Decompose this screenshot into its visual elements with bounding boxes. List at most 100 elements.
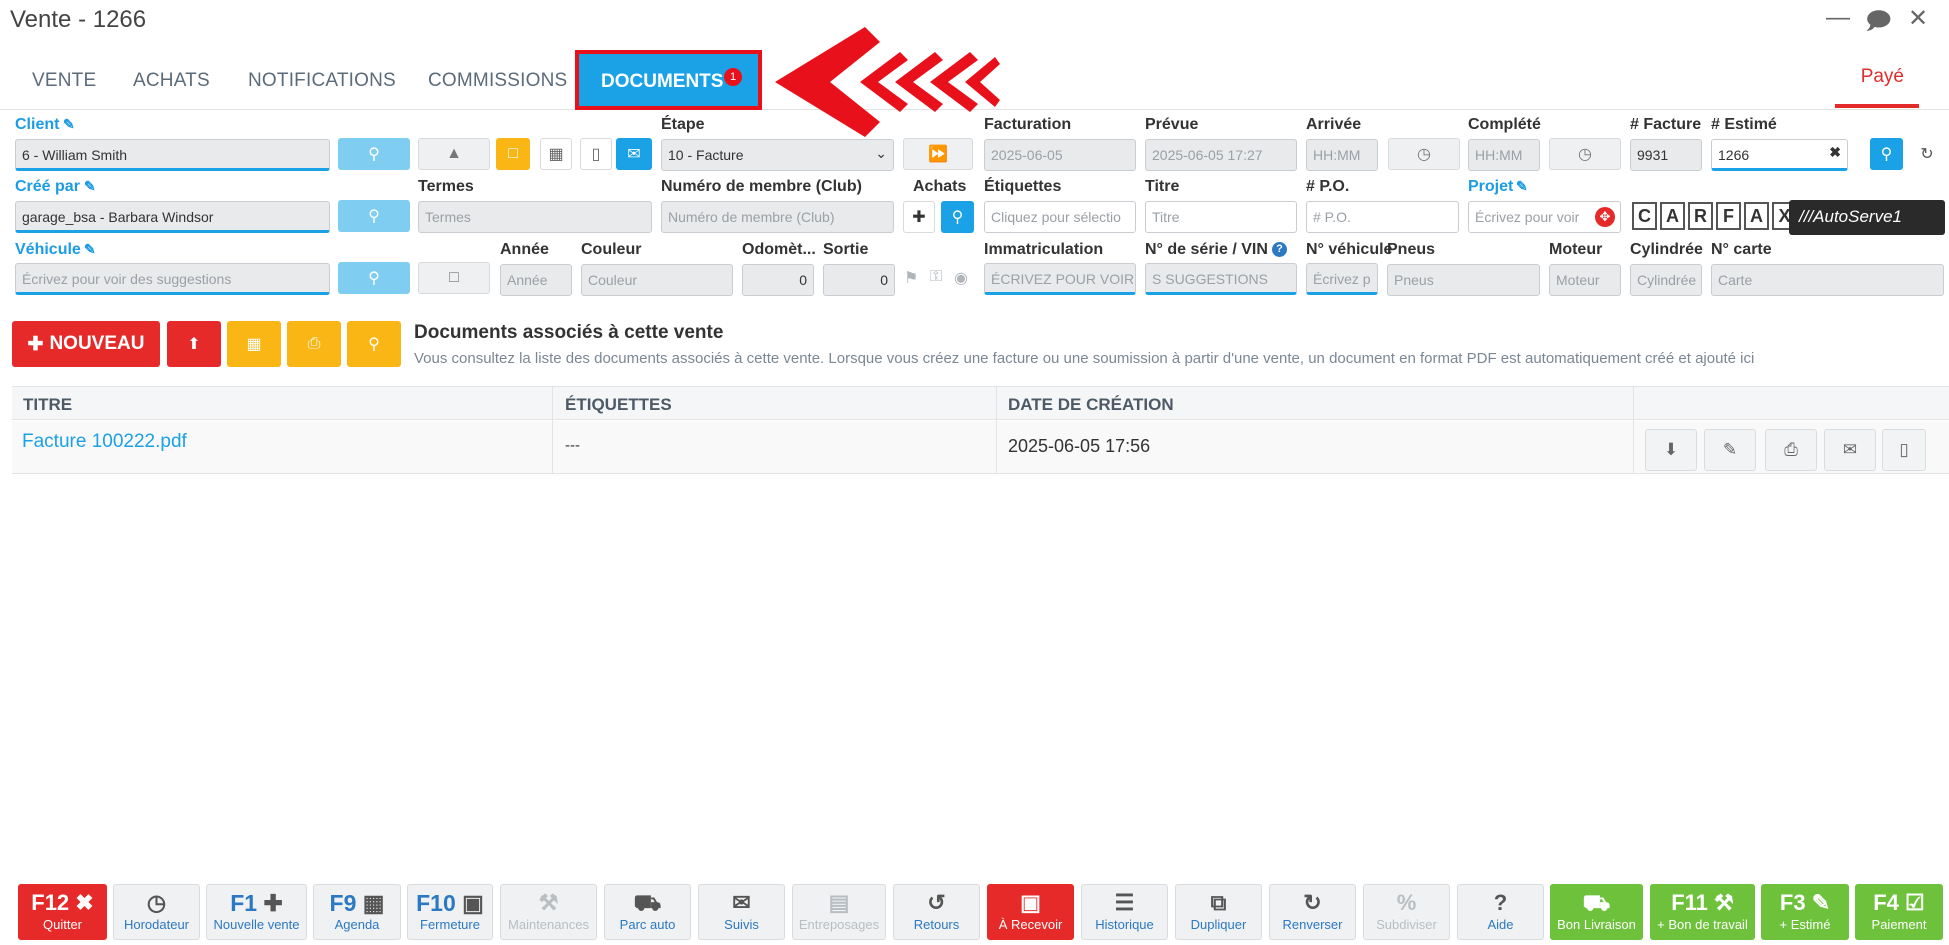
facturation-field[interactable]: 2025-06-05 bbox=[984, 139, 1136, 171]
upload-button[interactable]: ⬆ bbox=[167, 321, 221, 367]
achat-search-button[interactable]: ⚲ bbox=[941, 201, 974, 233]
no-vehicule-field[interactable]: Écrivez p bbox=[1306, 263, 1378, 295]
sms-doc-button[interactable]: ▯ bbox=[1882, 429, 1926, 471]
column-date[interactable]: DATE DE CRÉATION bbox=[1008, 395, 1174, 415]
projet-edit-icon[interactable]: ✎ bbox=[1516, 178, 1528, 195]
vehicule-field[interactable]: Écrivez pour voir des suggestions bbox=[15, 263, 330, 295]
next-step-button[interactable]: ⏩ bbox=[903, 138, 973, 170]
email-button[interactable]: ✉ bbox=[616, 138, 652, 170]
chat-icon[interactable]: 🗩 bbox=[1865, 4, 1892, 45]
eye-icon[interactable]: ◉ bbox=[954, 268, 968, 288]
membre-field[interactable]: Numéro de membre (Club) bbox=[661, 201, 894, 233]
a-recevoir-button[interactable]: ▣ À Recevoir bbox=[987, 884, 1074, 940]
email-doc-button[interactable]: ✉ bbox=[1824, 429, 1876, 471]
client-edit-icon[interactable]: ✎ bbox=[63, 116, 75, 133]
cree-par-field[interactable]: garage_bsa - Barbara Windsor bbox=[15, 201, 330, 233]
odometre-field[interactable]: 0 bbox=[742, 264, 814, 296]
cylindree-field[interactable]: Cylindrée bbox=[1630, 264, 1702, 296]
horodateur-button[interactable]: ◷ Horodateur bbox=[113, 884, 200, 940]
new-document-button[interactable]: ✚ NOUVEAU bbox=[12, 321, 160, 367]
facture-field[interactable]: 9931 bbox=[1630, 139, 1702, 171]
entreposages-button[interactable]: ▤ Entreposages bbox=[792, 884, 886, 940]
complete-field[interactable]: HH:MM bbox=[1468, 139, 1540, 171]
f4-payment-button[interactable]: F4 ☑ Paiement bbox=[1855, 884, 1943, 940]
document-title-link[interactable]: Facture 100222.pdf bbox=[22, 431, 187, 453]
f12-key: F12 bbox=[31, 890, 70, 915]
aide-button[interactable]: ? Aide bbox=[1457, 884, 1544, 940]
cree-par-edit-icon[interactable]: ✎ bbox=[84, 178, 96, 195]
subdiviser-button[interactable]: % Subdiviser bbox=[1363, 884, 1450, 940]
maintenances-button[interactable]: ⚒ Maintenances bbox=[500, 884, 597, 940]
po-field[interactable]: # P.O. bbox=[1306, 201, 1459, 233]
vehicule-search-button[interactable]: ⚲ bbox=[338, 262, 410, 294]
renverser-button[interactable]: ↻ Renverser bbox=[1269, 884, 1356, 940]
carte-field[interactable]: Carte bbox=[1711, 264, 1944, 296]
sortie-field[interactable]: 0 bbox=[823, 264, 895, 296]
arrivee-field[interactable]: HH:MM bbox=[1306, 139, 1378, 171]
f3-estimate-button[interactable]: F3 ✎ + Estimé bbox=[1761, 884, 1849, 940]
pneus-field[interactable]: Pneus bbox=[1387, 264, 1540, 296]
close-icon[interactable]: ✕ bbox=[1905, 4, 1931, 45]
etape-select[interactable]: 10 - Facture ⌄ bbox=[661, 139, 894, 171]
print-button[interactable]: ⎙ bbox=[287, 321, 341, 367]
column-etiquettes[interactable]: ÉTIQUETTES bbox=[565, 395, 672, 415]
tab-commissions[interactable]: COMMISSIONS bbox=[428, 70, 567, 92]
refresh-button[interactable]: ↻ bbox=[1912, 138, 1942, 170]
couleur-field[interactable]: Couleur bbox=[581, 264, 733, 296]
column-titre[interactable]: TITRE bbox=[23, 395, 72, 415]
annee-field[interactable]: Année bbox=[500, 264, 572, 296]
f10-closing-button[interactable]: F10 ▣ Fermeture bbox=[407, 884, 493, 940]
tab-vente[interactable]: VENTE bbox=[32, 70, 96, 92]
vehicule-edit-icon[interactable]: ✎ bbox=[84, 241, 96, 258]
key-icon[interactable]: ⚿ bbox=[930, 268, 942, 286]
carfax-logo[interactable]: C A R F A X bbox=[1632, 202, 1797, 232]
download-button[interactable]: ⬇ bbox=[1645, 429, 1697, 471]
grid-button[interactable]: ▦ bbox=[227, 321, 281, 367]
historique-button[interactable]: ☰ Historique bbox=[1081, 884, 1168, 940]
print-doc-button[interactable]: ⎙ bbox=[1765, 429, 1817, 471]
cree-par-search-button[interactable]: ⚲ bbox=[338, 200, 410, 232]
help-icon[interactable]: ? bbox=[1272, 242, 1287, 257]
arrivee-clock-button[interactable]: ◷ bbox=[1388, 138, 1460, 170]
immatriculation-field[interactable]: ÉCRIVEZ POUR VOIR bbox=[984, 263, 1136, 295]
move-icon[interactable]: ✥ bbox=[1595, 207, 1615, 227]
add-achat-button[interactable]: ✚ bbox=[903, 201, 935, 233]
tab-documents[interactable]: DOCUMENTS 1 bbox=[575, 50, 762, 110]
mobile-button[interactable]: ▯ bbox=[580, 138, 612, 170]
client-field[interactable]: 6 - William Smith bbox=[15, 139, 330, 171]
parc-auto-button[interactable]: ⛟ Parc auto bbox=[604, 884, 691, 940]
estime-search-button[interactable]: ⚲ bbox=[1870, 138, 1903, 170]
f9-agenda-button[interactable]: F9 ▦ Agenda bbox=[313, 884, 401, 940]
titre-field[interactable]: Titre bbox=[1145, 201, 1297, 233]
termes-field[interactable]: Termes bbox=[418, 201, 652, 233]
edit-button[interactable]: ✎ bbox=[1704, 429, 1756, 471]
clear-icon[interactable]: ✖ bbox=[1829, 144, 1841, 161]
dupliquer-button[interactable]: ⧉ Dupliquer bbox=[1175, 884, 1262, 940]
vin-field[interactable]: S SUGGESTIONS bbox=[1145, 263, 1297, 295]
suivis-button[interactable]: ✉ Suivis bbox=[698, 884, 785, 940]
f12-quit-button[interactable]: F12 ✖ Quitter bbox=[18, 884, 107, 940]
retours-button[interactable]: ↺ Retours bbox=[893, 884, 980, 940]
status-paid[interactable]: Payé bbox=[1861, 66, 1904, 88]
client-search-button[interactable]: ⚲ bbox=[338, 138, 410, 170]
f1-new-sale-button[interactable]: F1 ✚ Nouvelle vente bbox=[206, 884, 307, 940]
tag-icon[interactable]: ⚑ bbox=[904, 268, 918, 288]
autoserve-logo[interactable]: ///AutoServe1 bbox=[1789, 200, 1945, 235]
note-button[interactable]: □ bbox=[496, 138, 530, 170]
f11-work-order-button[interactable]: F11 ⚒ + Bon de travail bbox=[1650, 884, 1755, 940]
prevue-field[interactable]: 2025-06-05 17:27 bbox=[1145, 139, 1297, 171]
historique-label: Historique bbox=[1095, 917, 1154, 932]
search-docs-button[interactable]: ⚲ bbox=[347, 321, 401, 367]
calendar-button[interactable]: ▦ bbox=[540, 138, 572, 170]
moteur-field[interactable]: Moteur bbox=[1549, 264, 1621, 296]
tab-notifications[interactable]: NOTIFICATIONS bbox=[248, 70, 396, 92]
projet-field[interactable]: Écrivez pour voir ✥ bbox=[1468, 201, 1621, 233]
complete-clock-button[interactable]: ◷ bbox=[1549, 138, 1621, 170]
road-button[interactable]: ▲ bbox=[418, 138, 490, 170]
etiquettes-field[interactable]: Cliquez pour sélectio bbox=[984, 201, 1136, 233]
estime-field[interactable]: 1266 ✖ bbox=[1711, 139, 1848, 171]
vehicule-note-button[interactable]: □ bbox=[418, 262, 490, 294]
bon-livraison-button[interactable]: ⛟ Bon Livraison bbox=[1550, 884, 1643, 940]
minimize-icon[interactable]: — bbox=[1825, 4, 1851, 45]
tab-achats[interactable]: ACHATS bbox=[133, 70, 210, 92]
